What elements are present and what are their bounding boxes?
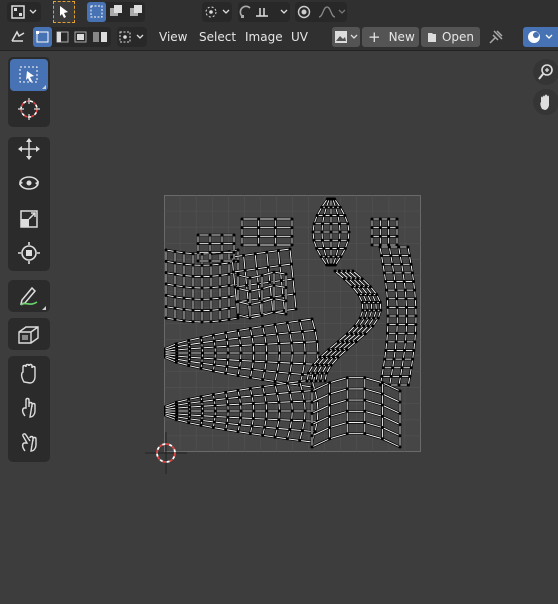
rip-region-icon bbox=[18, 326, 39, 344]
editor-type-dropdown[interactable] bbox=[7, 2, 41, 22]
image-browse-dropdown[interactable] bbox=[332, 27, 360, 47]
move-icon bbox=[18, 138, 40, 160]
new-image-label: New bbox=[388, 30, 415, 44]
grab-icon bbox=[20, 363, 36, 384]
sticky-selection-dropdown[interactable] bbox=[117, 27, 147, 47]
scale-icon bbox=[20, 210, 38, 228]
overlays-icon bbox=[527, 31, 552, 43]
image-editor-icon bbox=[11, 5, 37, 19]
uv-island-torso bbox=[164, 248, 240, 324]
zoom-view-button[interactable] bbox=[533, 59, 558, 85]
uv-select-mode-group bbox=[33, 27, 111, 47]
proportional-editing-group[interactable] bbox=[295, 2, 347, 22]
menu-view[interactable]: View bbox=[159, 28, 187, 46]
transform-tool[interactable] bbox=[10, 237, 48, 269]
relax-tool[interactable] bbox=[10, 392, 48, 424]
selection-mode-group bbox=[87, 2, 145, 22]
menu-image[interactable]: Image bbox=[245, 28, 283, 46]
plus-icon: + bbox=[368, 28, 381, 46]
menu-select[interactable]: Select bbox=[199, 28, 236, 46]
vertex-select-icon bbox=[33, 27, 52, 47]
new-image-button[interactable]: + New bbox=[362, 27, 419, 47]
select-box-icon bbox=[19, 66, 38, 83]
select-box-tool[interactable] bbox=[10, 59, 48, 91]
pin-toggle[interactable] bbox=[486, 27, 506, 47]
open-image-label: Open bbox=[441, 30, 474, 44]
image-browse-icon bbox=[335, 31, 358, 43]
relax-icon bbox=[21, 397, 36, 418]
folder-icon bbox=[428, 33, 436, 42]
sticky-selection-icon bbox=[119, 31, 144, 43]
annotate-icon bbox=[19, 286, 38, 306]
uv-sync-toggle[interactable] bbox=[7, 27, 29, 47]
zoom-icon bbox=[538, 64, 553, 80]
move-tool[interactable] bbox=[10, 133, 48, 165]
2d-cursor-icon bbox=[145, 432, 187, 474]
rotate-icon bbox=[19, 176, 39, 190]
uv-canvas[interactable] bbox=[164, 195, 421, 452]
select-mode-button[interactable] bbox=[53, 1, 75, 23]
top-header-row bbox=[0, 0, 558, 24]
cursor-icon bbox=[18, 98, 40, 120]
pivot-point-icon bbox=[205, 6, 230, 18]
overlays-dropdown[interactable] bbox=[523, 27, 558, 47]
grab-tool[interactable] bbox=[10, 358, 48, 390]
pinch-tool[interactable] bbox=[10, 426, 48, 458]
open-image-button[interactable]: Open bbox=[421, 27, 480, 47]
pin-icon bbox=[489, 30, 503, 44]
snap-icon bbox=[239, 5, 251, 18]
pan-view-button[interactable] bbox=[533, 89, 558, 115]
transform-icon bbox=[18, 242, 40, 264]
cursor-arrow-icon bbox=[60, 6, 68, 18]
rotate-tool[interactable] bbox=[10, 167, 48, 199]
pan-hand-icon bbox=[540, 94, 549, 110]
snap-group[interactable] bbox=[238, 2, 290, 22]
pinch-icon bbox=[21, 433, 37, 452]
annotate-tool[interactable] bbox=[10, 280, 48, 312]
cursor-tool[interactable] bbox=[10, 93, 48, 125]
scale-tool[interactable] bbox=[10, 203, 48, 235]
uv-sync-icon bbox=[11, 30, 25, 42]
proportional-editing-icon bbox=[297, 5, 311, 19]
menu-uv[interactable]: UV bbox=[291, 28, 308, 46]
rip-region-tool[interactable] bbox=[10, 318, 48, 350]
pivot-point-dropdown[interactable] bbox=[202, 2, 232, 22]
